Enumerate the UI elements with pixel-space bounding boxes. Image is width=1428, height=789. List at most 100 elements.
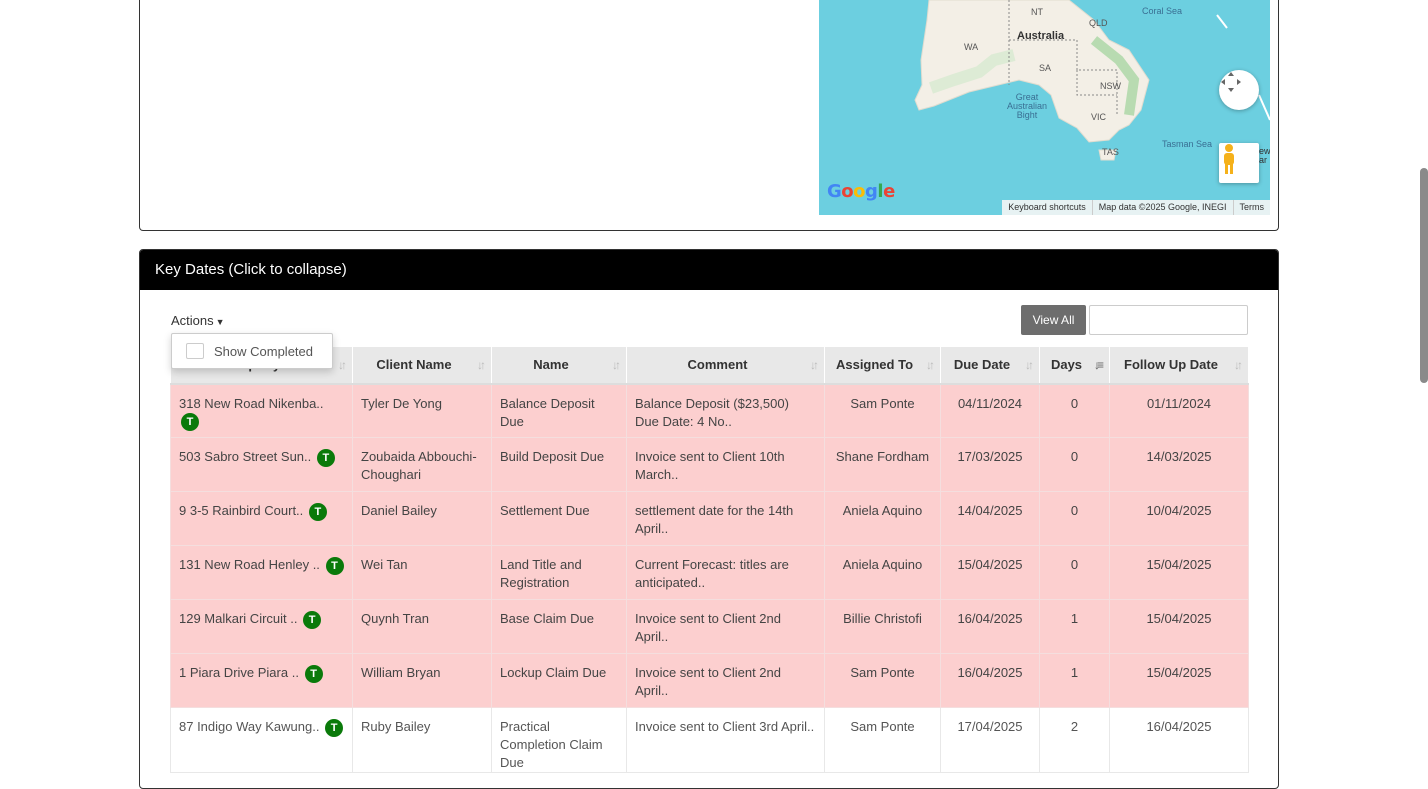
table-row[interactable]: 129 Malkari Circuit .. T Quynh Tran Base C… bbox=[170, 599, 1249, 654]
cell-property: 9 3-5 Rainbird Court.. T bbox=[170, 491, 353, 546]
cell-days: 0 bbox=[1039, 491, 1110, 546]
map-pan-icon[interactable] bbox=[1219, 70, 1259, 110]
show-completed-label[interactable]: Show Completed bbox=[214, 344, 313, 359]
cell-assigned-to: Aniela Aquino bbox=[824, 545, 941, 600]
map-label-vic: VIC bbox=[1091, 112, 1107, 122]
table-row[interactable]: 87 Indigo Way Kawung.. T Ruby Bailey Pract… bbox=[170, 707, 1249, 773]
map-label-sa: SA bbox=[1039, 63, 1052, 73]
cell-property: 1 Piara Drive Piara .. T bbox=[170, 653, 353, 708]
cell-assigned-to: Sam Ponte bbox=[824, 383, 941, 438]
tenant-badge: T bbox=[308, 502, 327, 521]
cell-days: 1 bbox=[1039, 653, 1110, 708]
cell-client-name: William Bryan bbox=[352, 653, 492, 708]
street-view-pegman-icon[interactable] bbox=[1219, 143, 1259, 183]
search-input[interactable] bbox=[1096, 307, 1255, 333]
cell-client-name: Quynh Tran bbox=[352, 599, 492, 654]
cell-assigned-to: Shane Fordham bbox=[824, 437, 941, 492]
table-row[interactable]: 318 New Road Nikenba.. T Tyler De Yong Bal… bbox=[170, 383, 1249, 438]
cell-due-date: 16/04/2025 bbox=[940, 599, 1040, 654]
cell-days: 0 bbox=[1039, 437, 1110, 492]
map-label-tasman-sea: Tasman Sea bbox=[1162, 139, 1213, 149]
cell-client-name: Tyler De Yong bbox=[352, 383, 492, 438]
column-header-comment[interactable]: Comment ↓↑ bbox=[626, 346, 825, 385]
terms-link[interactable]: Terms bbox=[1232, 200, 1271, 215]
cell-property: 131 New Road Henley .. T bbox=[170, 545, 353, 600]
cell-comment: Invoice sent to Client 3rd April.. bbox=[626, 707, 825, 773]
cell-follow-up-date: 15/04/2025 bbox=[1109, 653, 1249, 708]
map-label-nt: NT bbox=[1031, 7, 1043, 17]
tenant-badge: T bbox=[181, 413, 199, 432]
cell-property: 87 Indigo Way Kawung.. T bbox=[170, 707, 353, 773]
cell-assigned-to: Sam Ponte bbox=[824, 707, 941, 773]
column-header-client-name[interactable]: Client Name ↓↑ bbox=[352, 346, 492, 385]
cell-property: 318 New Road Nikenba.. T bbox=[170, 383, 353, 438]
actions-label: Actions bbox=[171, 313, 214, 328]
cell-due-date: 14/04/2025 bbox=[940, 491, 1040, 546]
cell-assigned-to: Sam Ponte bbox=[824, 653, 941, 708]
sort-numeric-asc-icon: ↓≡ bbox=[1093, 358, 1104, 372]
cell-follow-up-date: 15/04/2025 bbox=[1109, 599, 1249, 654]
cell-assigned-to: Billie Christofi bbox=[824, 599, 941, 654]
cell-client-name: Zoubaida Abbouchi-Choughari bbox=[352, 437, 492, 492]
map-label-qld: QLD bbox=[1089, 18, 1108, 28]
tenant-badge: T bbox=[325, 556, 344, 575]
table-row[interactable]: 9 3-5 Rainbird Court.. T Daniel Bailey Set… bbox=[170, 491, 1249, 546]
table-row[interactable]: 1 Piara Drive Piara .. T William Bryan Loc… bbox=[170, 653, 1249, 708]
map-data-attribution: Map data ©2025 Google, INEGI bbox=[1091, 200, 1233, 215]
tenant-badge: T bbox=[304, 664, 323, 683]
search-box bbox=[1089, 305, 1255, 335]
tenant-badge: T bbox=[303, 610, 322, 629]
cell-follow-up-date: 15/04/2025 bbox=[1109, 545, 1249, 600]
cell-due-date: 04/11/2024 bbox=[940, 383, 1040, 438]
map-label-coral-sea: Coral Sea bbox=[1142, 6, 1183, 16]
map-label-tas: TAS bbox=[1102, 147, 1119, 157]
sort-icon: ↓↑ bbox=[1234, 358, 1243, 372]
cell-name: Base Claim Due bbox=[491, 599, 627, 654]
cell-name: Balance Deposit Due bbox=[491, 383, 627, 438]
column-header-assigned-to[interactable]: Assigned To ↓↑ bbox=[824, 346, 941, 385]
cell-follow-up-date: 01/11/2024 bbox=[1109, 383, 1249, 438]
column-header-follow-up-date[interactable]: Follow Up Date ↓↑ bbox=[1109, 346, 1249, 385]
show-completed-checkbox[interactable] bbox=[186, 343, 204, 359]
key-dates-header[interactable]: Key Dates (Click to collapse) bbox=[140, 250, 1278, 290]
cell-days: 2 bbox=[1039, 707, 1110, 773]
cell-property: 129 Malkari Circuit .. T bbox=[170, 599, 353, 654]
cell-comment: Invoice sent to Client 10th March.. bbox=[626, 437, 825, 492]
cell-name: Build Deposit Due bbox=[491, 437, 627, 492]
cell-property: 503 Sabro Street Sun.. T bbox=[170, 437, 353, 492]
caret-down-icon: ▼ bbox=[215, 317, 225, 327]
cell-name: Practical Completion Claim Due bbox=[491, 707, 627, 773]
sort-icon: ↓↑ bbox=[926, 358, 935, 372]
key-dates-panel: Key Dates (Click to collapse) Actions ▼ V… bbox=[139, 249, 1279, 789]
table-row[interactable]: 131 New Road Henley .. T Wei Tan Land Titl… bbox=[170, 545, 1249, 600]
cell-comment: settlement date for the 14th April.. bbox=[626, 491, 825, 546]
actions-dropdown-menu: Show Completed bbox=[171, 333, 333, 369]
sort-icon: ↓↑ bbox=[477, 358, 486, 372]
map-view[interactable]: NT Australia QLD Coral Sea WA SA NSW Gre… bbox=[819, 0, 1270, 215]
cell-follow-up-date: 10/04/2025 bbox=[1109, 491, 1249, 546]
map-label-partial: ew ar bbox=[1259, 146, 1270, 165]
column-header-days[interactable]: Days ↓≡ bbox=[1039, 346, 1110, 385]
map-label-wa: WA bbox=[964, 42, 979, 52]
sort-icon: ↓↑ bbox=[1025, 358, 1034, 372]
cell-name: Lockup Claim Due bbox=[491, 653, 627, 708]
cell-follow-up-date: 14/03/2025 bbox=[1109, 437, 1249, 492]
cell-assigned-to: Aniela Aquino bbox=[824, 491, 941, 546]
cell-comment: Balance Deposit ($23,500) Due Date: 4 No… bbox=[626, 383, 825, 438]
actions-menu-button[interactable]: Actions ▼ bbox=[171, 313, 225, 328]
view-all-button[interactable]: View All bbox=[1021, 305, 1086, 335]
column-header-due-date[interactable]: Due Date ↓↑ bbox=[940, 346, 1040, 385]
cell-days: 0 bbox=[1039, 383, 1110, 438]
tenant-badge: T bbox=[325, 718, 344, 737]
sort-icon: ↓↑ bbox=[612, 358, 621, 372]
table-row[interactable]: 503 Sabro Street Sun.. T Zoubaida Abbouch… bbox=[170, 437, 1249, 492]
column-header-name[interactable]: Name ↓↑ bbox=[491, 346, 627, 385]
cell-due-date: 17/03/2025 bbox=[940, 437, 1040, 492]
tenant-badge: T bbox=[316, 448, 335, 467]
sort-icon: ↓↑ bbox=[810, 358, 819, 372]
page-scrollbar[interactable] bbox=[1420, 168, 1428, 383]
sort-icon: ↓↑ bbox=[338, 358, 347, 372]
cell-due-date: 17/04/2025 bbox=[940, 707, 1040, 773]
keyboard-shortcuts-link[interactable]: Keyboard shortcuts bbox=[1002, 200, 1092, 215]
map-card: NT Australia QLD Coral Sea WA SA NSW Gre… bbox=[139, 0, 1279, 231]
